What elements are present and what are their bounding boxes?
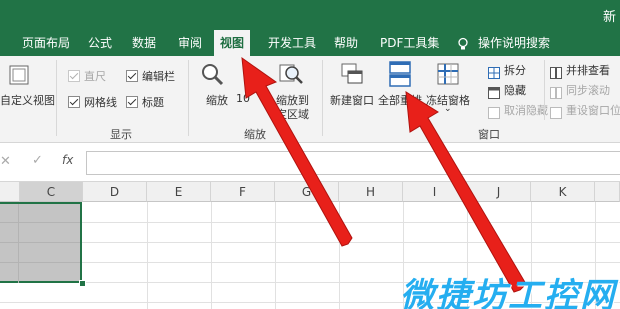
annotation-arrows xyxy=(241,56,527,293)
watermark-logo: 微捷坊工控网 xyxy=(400,276,616,309)
arrow-to-view-tab xyxy=(241,56,353,247)
excel-window: 新 页面布局 公式 数据 审阅 视图 开发工具 帮助 PDF工具集 操作说明搜索… xyxy=(0,0,620,309)
arrow-to-arrange-all xyxy=(405,91,527,293)
